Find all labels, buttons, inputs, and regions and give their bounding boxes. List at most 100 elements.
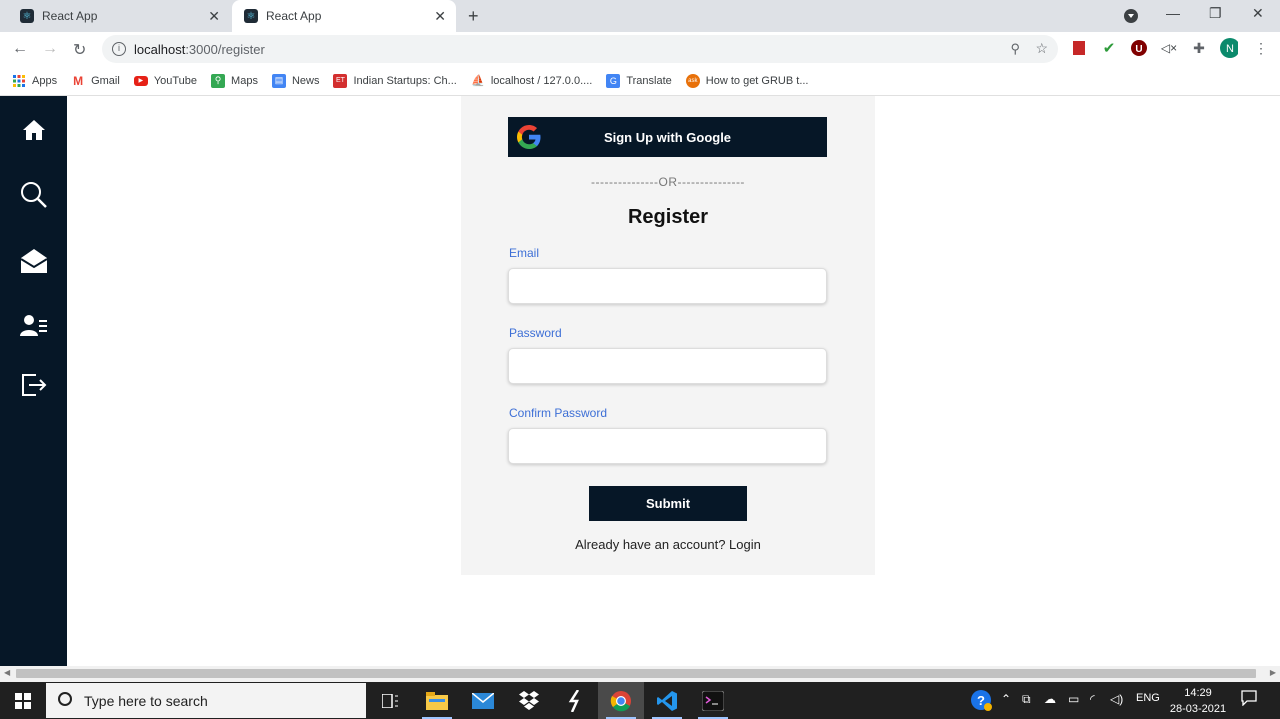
login-link[interactable]: Already have an account? Login [461,537,875,552]
svg-text:N: N [1226,43,1234,55]
windows-terminal-icon[interactable] [690,682,736,719]
close-tab-icon[interactable]: ✕ [434,8,446,25]
windows-start-icon[interactable] [0,682,46,719]
password-label: Password [509,326,562,340]
close-tab-icon[interactable]: ✕ [208,8,220,25]
zoom-icon[interactable]: ⚲ [1010,41,1020,57]
help-icon[interactable]: ? [970,689,992,714]
youtube-icon: ▶ [133,75,148,86]
extension-mute-icon[interactable]: ◁× [1160,39,1178,57]
volume-icon[interactable]: ◁) [1110,692,1123,706]
google-logo-icon [517,125,541,149]
scroll-right-icon[interactable]: ▶ [1270,668,1276,677]
minimize-icon[interactable]: — [1166,5,1180,21]
browser-tab[interactable]: ⚛ React App ✕ [12,0,230,32]
search-icon[interactable] [20,181,48,209]
react-favicon-icon: ⚛ [244,9,258,23]
tab-title: React App [266,9,322,23]
email-label: Email [509,246,540,260]
menu-kebab-icon[interactable]: ⋮ [1252,39,1270,57]
media-control-icon[interactable] [1124,9,1138,26]
bookmark-translate[interactable]: G Translate [606,73,672,88]
clock-date: 28-03-2021 [1169,703,1227,715]
search-placeholder: Type here to search [84,692,208,709]
bookmark-indian-startups[interactable]: ET Indian Startups: Ch... [333,73,457,88]
reload-icon[interactable]: ↻ [73,40,86,60]
bookmark-star-icon[interactable]: ☆ [1035,40,1048,57]
bookmark-youtube[interactable]: ▶ YouTube [133,75,197,87]
extension-check-icon[interactable]: ✔ [1100,39,1118,57]
ask-icon: ask [685,73,700,88]
browser-tab-strip: ⚛ React App ✕ ⚛ React App ✕ + — ❐ ✕ [0,0,1280,32]
apps-grid-icon [12,74,26,88]
gmail-icon: M [73,73,84,88]
maps-icon: ⚲ [211,73,226,88]
extension-book-icon[interactable] [1070,39,1088,57]
meet-now-icon[interactable]: ⧉ [1022,692,1031,707]
confirm-password-label: Confirm Password [509,406,608,420]
vscode-icon[interactable] [644,682,690,719]
extensions-puzzle-icon[interactable]: ✚ [1190,39,1208,57]
show-hidden-icons-icon[interactable]: ⌃ [1001,692,1011,706]
password-field[interactable] [508,348,827,384]
bookmark-maps[interactable]: ⚲ Maps [211,73,258,88]
windows-taskbar: Type here to search ? ⌃ ⧉ ☁ ▭ ◜ ◁) ENG 1… [0,682,1280,719]
or-divider: ---------------OR--------------- [591,175,745,189]
google-signup-button[interactable]: Sign Up with Google [508,117,827,157]
google-signup-label: Sign Up with Google [603,129,732,145]
home-icon[interactable] [20,116,48,144]
bookmarks-bar: Apps M Gmail ▶ YouTube ⚲ Maps ▤ News ET … [0,66,1280,96]
battery-icon[interactable]: ▭ [1068,692,1079,706]
url-path: :3000/register [185,41,265,57]
extension-ublock-icon[interactable]: U [1130,39,1148,57]
email-field[interactable] [508,268,827,304]
logout-icon[interactable] [20,371,48,399]
clock-time: 14:29 [1184,687,1212,699]
react-favicon-icon: ⚛ [20,9,34,23]
bookmark-gmail[interactable]: M Gmail [71,74,120,88]
address-bar[interactable]: i localhost:3000/register ⚲ ☆ [102,35,1058,63]
language-indicator[interactable]: ENG [1136,692,1160,704]
back-icon[interactable]: ← [12,40,28,58]
restore-icon[interactable]: ❐ [1209,5,1222,22]
wifi-icon[interactable]: ◜ [1090,692,1095,706]
users-icon[interactable] [20,312,48,340]
dropbox-icon[interactable] [506,682,552,719]
search-icon [58,692,72,706]
confirm-password-field[interactable] [508,428,827,464]
news-icon: ▤ [271,73,286,88]
forward-icon[interactable]: → [42,40,58,58]
scrollbar-thumb[interactable] [16,669,1256,678]
mail-app-icon[interactable] [460,682,506,719]
phpmyadmin-icon: ⛵ [470,75,485,87]
submit-button[interactable]: Submit [589,486,747,521]
site-info-icon[interactable]: i [112,42,126,56]
page-title: Register [627,206,709,228]
file-explorer-icon[interactable] [414,682,460,719]
register-panel: Sign Up with Google ---------------OR---… [461,96,875,575]
bookmark-news[interactable]: ▤ News [271,73,319,88]
translate-icon: G [606,73,621,88]
task-view-icon[interactable] [367,682,413,719]
new-tab-icon[interactable]: + [468,6,479,27]
notifications-icon[interactable] [1241,690,1257,709]
browser-toolbar: ← → ↻ i localhost:3000/register ⚲ ☆ ✔ U … [0,32,1280,66]
tab-title: React App [42,9,98,23]
chrome-icon[interactable] [598,682,644,719]
taskbar-search-input[interactable]: Type here to search [46,683,366,718]
clock[interactable]: 14:29 28-03-2021 [1166,685,1230,717]
horizontal-scrollbar[interactable]: ◀ ▶ [0,666,1280,682]
svg-text:?: ? [977,693,985,708]
onedrive-icon[interactable]: ☁ [1044,692,1056,706]
bookmark-localhost[interactable]: ⛵ localhost / 127.0.0.... [470,74,592,88]
bookmark-apps[interactable]: Apps [12,74,57,88]
bookmark-grub[interactable]: ask How to get GRUB t... [685,73,808,88]
mail-icon[interactable] [20,247,48,275]
profile-avatar[interactable]: N [1220,38,1238,58]
url-host: localhost [134,41,186,57]
et-icon: ET [333,73,348,88]
close-window-icon[interactable]: ✕ [1252,5,1264,22]
scroll-left-icon[interactable]: ◀ [4,668,10,677]
browser-tab-active[interactable]: ⚛ React App ✕ [232,0,456,32]
terminal-app-icon[interactable] [552,682,598,719]
